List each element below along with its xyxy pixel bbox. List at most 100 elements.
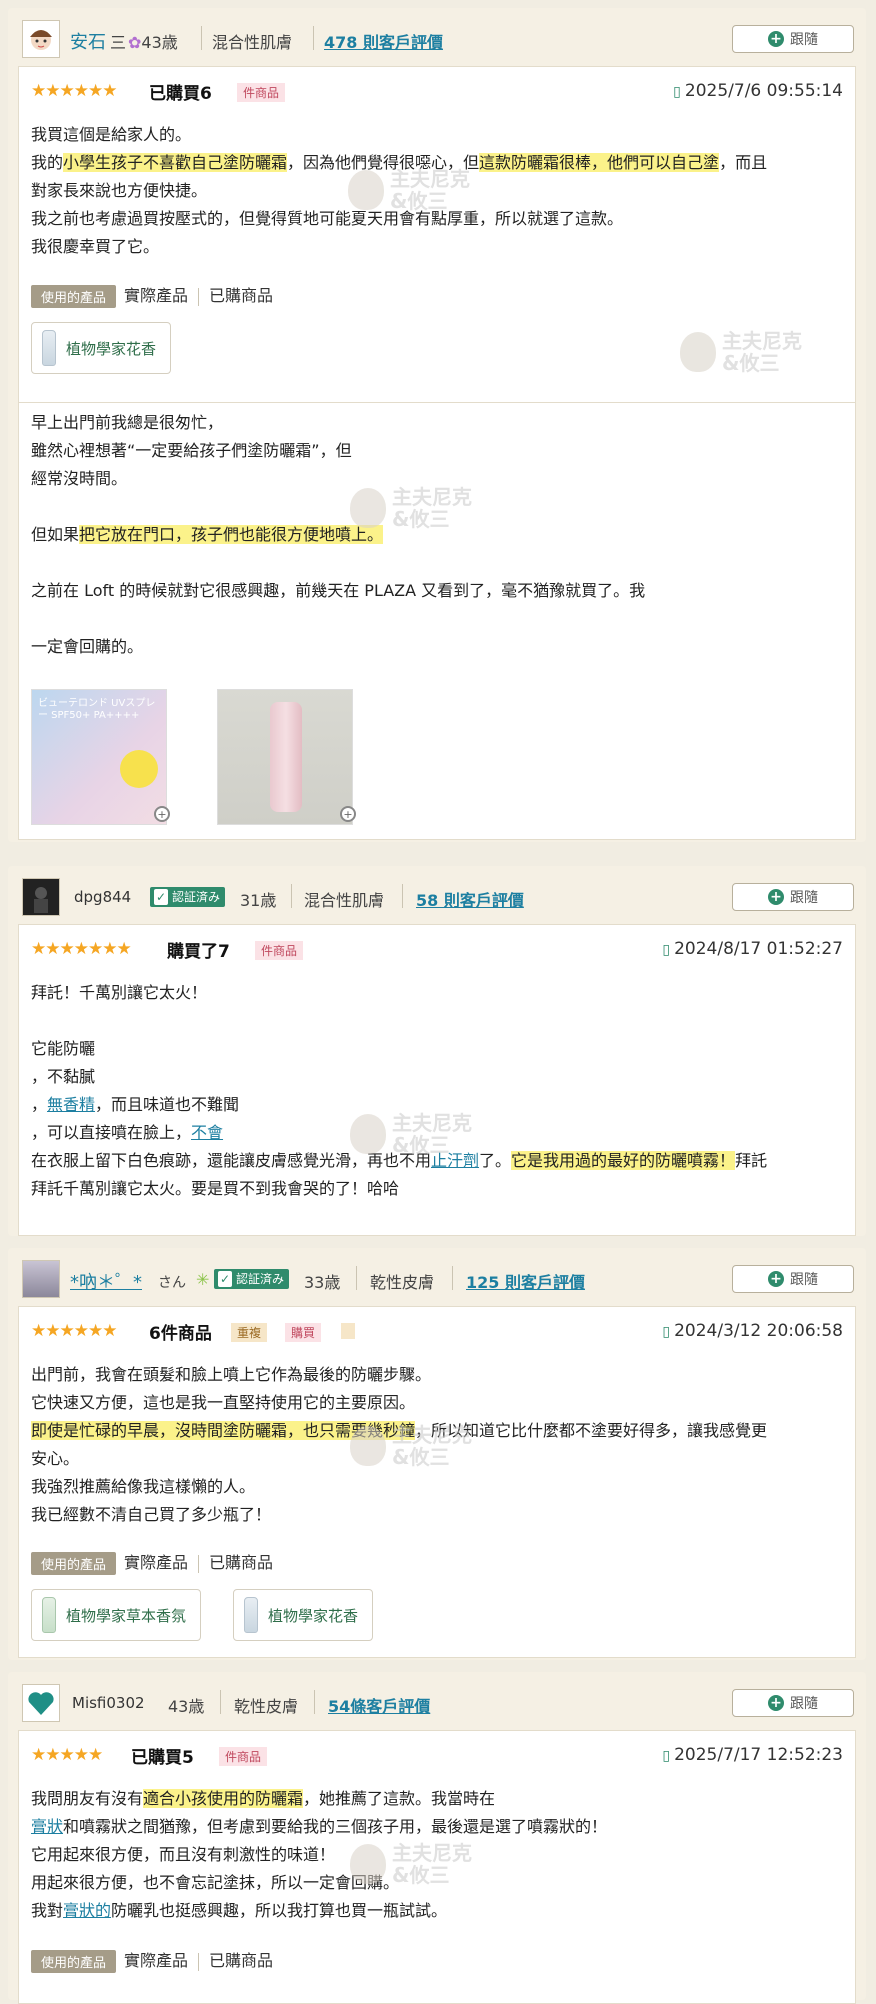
review-datetime: ▯ 2025/7/6 09:55:14 xyxy=(673,81,843,101)
follow-button[interactable]: + 跟隨 xyxy=(732,883,854,911)
plus-icon: + xyxy=(768,31,784,47)
zoom-icon[interactable]: + xyxy=(154,806,170,822)
product-bottle-icon xyxy=(42,1597,56,1633)
follow-button[interactable]: + 跟隨 xyxy=(732,1689,854,1717)
avatar[interactable] xyxy=(22,878,60,916)
items-tag: 件商品 xyxy=(255,941,304,960)
age-label: 43歳 xyxy=(168,1697,205,1716)
username-link[interactable]: 安石 xyxy=(70,28,106,54)
phone-icon: ▯ xyxy=(662,942,671,958)
text-line: 在衣服上留下白色痕跡，還能讓皮膚感覺光滑，再也不用止汗劑了。它是我用過的最好的防… xyxy=(31,1151,768,1170)
username-link[interactable]: dpg844 xyxy=(74,888,131,906)
keyword-link[interactable]: 膏狀的 xyxy=(63,1901,111,1920)
product-chip[interactable]: 植物學家花香 xyxy=(233,1589,374,1641)
purchased-label: 已購商品 xyxy=(209,1951,274,1970)
product-chip[interactable]: 植物學家草本香氛 xyxy=(31,1589,202,1641)
plus-icon: + xyxy=(768,1271,784,1287)
username-link[interactable]: *吶＊゜* xyxy=(70,1268,142,1294)
text-line: ，無香精，而且味道也不難聞 xyxy=(31,1095,240,1114)
repeat-tag: 重複 xyxy=(231,1323,268,1342)
phone-icon: ▯ xyxy=(662,1748,671,1764)
text-line: 即使是忙碌的早晨，沒時間塗防曬霜，也只需要幾秒鐘，所以知道它比什麼都不塗要好得多… xyxy=(31,1421,768,1440)
review-card: *吶＊゜* さん ✳ 認証済み 33歳 乾性皮膚 125 則客戶評價 +跟隨 ★… xyxy=(8,1248,866,1660)
keyword-link[interactable]: 無香精 xyxy=(47,1095,95,1114)
rating-stars: ★★★★★★ xyxy=(31,1321,117,1341)
used-product-label: 使用的產品 xyxy=(31,1950,117,1973)
text-line: 我之前也考慮過買按壓式的，但覺得質地可能夏天用會有點厚重，所以就選了這款。 xyxy=(31,209,624,228)
review-card-continued: 早上出門前我總是很匆忙， 雖然心裡想著“一定要給孩子們塗防曬霜”，但 經常沒時間… xyxy=(8,402,866,842)
review-count-link[interactable]: 478 則客戶評價 xyxy=(324,29,443,53)
skin-type: 混合性肌膚 xyxy=(212,33,293,52)
flower-icon: ✿ xyxy=(128,33,142,52)
avatar[interactable] xyxy=(22,1684,60,1722)
review-photo[interactable]: ビューテロンド UVスプレー SPF50+ PA++++ + xyxy=(31,689,170,825)
text-line: 用起來很方便，也不會忘記塗抹，所以一定會回購。 xyxy=(31,1873,400,1892)
purchase-tag: 購買 xyxy=(285,1323,322,1342)
divider xyxy=(452,1266,453,1290)
product-type: 實際產品 xyxy=(124,286,189,305)
text-line: 拜託！千萬別讓它太火！ xyxy=(31,983,208,1002)
review-header: dpg844 認証済み 31歳 混合性肌膚 58 則客戶評價 +跟隨 xyxy=(8,866,866,926)
text-line: 早上出門前我總是很匆忙， xyxy=(31,413,224,432)
review-photo[interactable]: + xyxy=(217,689,356,825)
username-link[interactable]: Misfi0302 xyxy=(72,1694,145,1712)
purchased-label: 已購商品 xyxy=(209,286,274,305)
review-datetime: ▯ 2024/8/17 01:52:27 xyxy=(662,939,843,959)
phone-icon: ▯ xyxy=(673,84,681,100)
purchase-count: 已購買5 xyxy=(131,1748,194,1768)
follow-button[interactable]: + 跟隨 xyxy=(732,1265,854,1293)
skin-type: 乾性皮膚 xyxy=(234,1697,299,1716)
review-header: 安石 三 ✿43歳 混合性肌膚 478 則客戶評價 + 跟隨 xyxy=(8,8,866,68)
text-line xyxy=(31,1007,843,1035)
plus-icon: + xyxy=(768,889,784,905)
product-bottle-icon xyxy=(42,330,56,366)
keyword-link[interactable]: 止汗劑 xyxy=(431,1151,479,1170)
text-line: 我很慶幸買了它。 xyxy=(31,237,160,256)
purchase-count: 購買了7 xyxy=(167,942,230,962)
rating-stars: ★★★★★★ xyxy=(31,81,117,101)
age-label: 33歳 xyxy=(304,1273,341,1292)
text-line: 對家長來說也方便快捷。 xyxy=(31,181,208,200)
text-line: 它快速又方便，這也是我一直堅持使用它的主要原因。 xyxy=(31,1393,416,1412)
username-suffix: さん xyxy=(158,1275,186,1291)
review-count-link[interactable]: 125 則客戶評價 xyxy=(466,1269,585,1293)
product-row: 使用的產品 實際產品 已購商品 xyxy=(31,282,274,308)
review-body: ★★★★★★ 6件商品 重複 購買 ▯ 2024/3/12 20:06:58 出門… xyxy=(18,1306,856,1658)
product-row: 使用的產品 實際產品 已購商品 xyxy=(31,1549,273,1575)
age-label: ✿43歳 xyxy=(128,33,178,52)
spf-badge xyxy=(120,750,158,788)
product-chip[interactable]: 植物學家花香 xyxy=(31,322,172,374)
keyword-link[interactable]: 不會 xyxy=(191,1123,223,1142)
divider xyxy=(198,287,200,306)
zoom-icon[interactable]: + xyxy=(340,806,356,822)
review-count-link[interactable]: 58 則客戶評價 xyxy=(416,887,524,911)
text-line: 拜託千萬別讓它太火。要是買不到我會哭的了！哈哈 xyxy=(31,1179,400,1198)
review-body: 早上出門前我總是很匆忙， 雖然心裡想著“一定要給孩子們塗防曬霜”，但 經常沒時間… xyxy=(18,402,856,840)
verified-badge: 認証済み xyxy=(150,887,226,907)
text-line: 我問朋友有沒有適合小孩使用的防曬霜，她推薦了這款。我當時在 xyxy=(31,1789,496,1808)
text-line: 我買這個是給家人的。 xyxy=(31,125,192,144)
bottle-image xyxy=(270,702,302,812)
keyword-link[interactable]: 膏狀 xyxy=(31,1817,63,1836)
review-text: 出門前，我會在頭髮和臉上噴上它作為最後的防曬步驟。 它快速又方便，這也是我一直堅… xyxy=(31,1361,843,1529)
divider xyxy=(291,884,292,908)
flower-icon: ✳ xyxy=(196,1270,210,1289)
review-count-link[interactable]: 54條客戶評價 xyxy=(328,1693,430,1717)
text-line: 一定會回購的。 xyxy=(31,637,144,656)
text-line: 它能防曬 xyxy=(31,1039,96,1058)
product-type: 實際產品 xyxy=(124,1553,189,1572)
skin-type: 乾性皮膚 xyxy=(370,1273,435,1292)
divider xyxy=(314,1690,315,1714)
text-line: 之前在 Loft 的時候就對它很感興趣，前幾天在 PLAZA 又看到了，毫不猶豫… xyxy=(31,581,646,600)
product-bottle-icon xyxy=(244,1597,258,1633)
text-line: 膏狀和噴霧狀之間猶豫，但考慮到要給我的三個孩子用，最後還是選了噴霧狀的！ xyxy=(31,1817,608,1836)
text-line: ，不黏膩 xyxy=(31,1067,96,1086)
text-line: 我已經數不清自己買了多少瓶了！ xyxy=(31,1505,272,1524)
phone-icon: ▯ xyxy=(662,1324,671,1340)
verified-badge: 認証済み xyxy=(214,1269,290,1289)
follow-button[interactable]: + 跟隨 xyxy=(732,25,854,53)
text-line: 安心。 xyxy=(31,1449,80,1468)
avatar[interactable] xyxy=(22,1260,60,1298)
review-text: 我問朋友有沒有適合小孩使用的防曬霜，她推薦了這款。我當時在 膏狀和噴霧狀之間猶豫… xyxy=(31,1785,843,1925)
avatar[interactable] xyxy=(22,20,60,58)
